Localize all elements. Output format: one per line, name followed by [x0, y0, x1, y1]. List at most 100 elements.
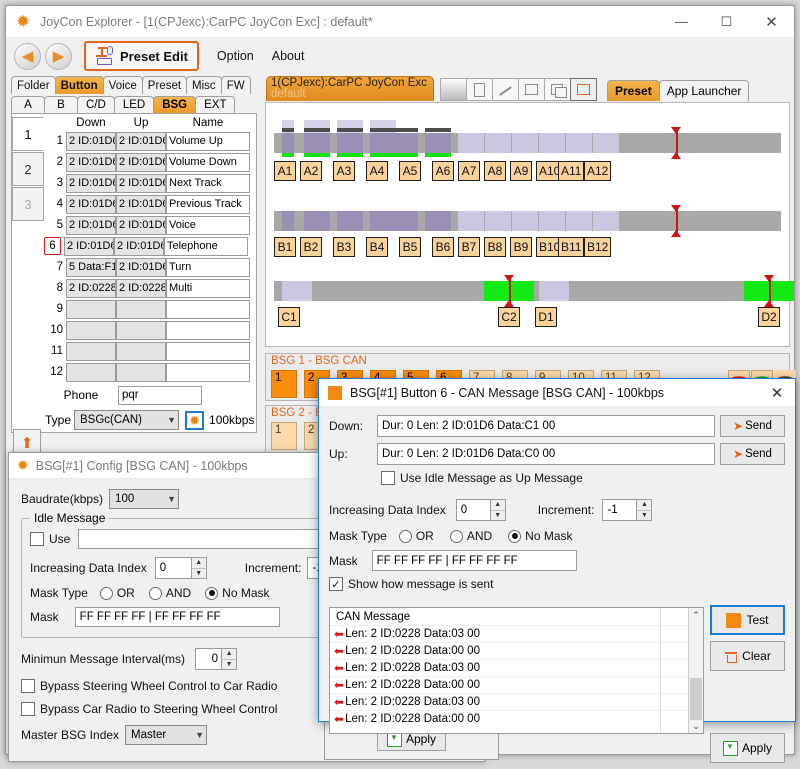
timeline-label-a[interactable]: A2 — [300, 161, 322, 181]
subtab-a[interactable]: A — [11, 96, 45, 113]
cell-up[interactable]: 2 ID:01D6 — [116, 152, 166, 172]
stepper-up-icon[interactable]: ▲ — [222, 649, 237, 660]
timeline-label-b[interactable]: B11 — [558, 237, 585, 257]
menu-option[interactable]: Option — [217, 49, 254, 63]
dlg-inc-index-stepper[interactable]: 0 ▲ ▼ — [455, 499, 506, 521]
min-interval-stepper[interactable]: 0 ▲ ▼ — [195, 648, 238, 670]
can-message-row[interactable]: ⬅ Len: 2 ID:0228 Data:03 00 — [330, 693, 703, 710]
group-tab-1[interactable]: 1 — [12, 117, 44, 151]
timeline-label-cd[interactable]: D1 — [535, 307, 557, 327]
inc-index-stepper[interactable]: 0 ▲ ▼ — [154, 557, 207, 579]
cell-up[interactable]: 2 ID:0228 — [116, 278, 166, 298]
toolbar-fit-button[interactable] — [570, 78, 597, 101]
can-message-list[interactable]: CAN Message ⬅ Len: 2 ID:0228 Data:03 00 ⬅ L… — [329, 607, 704, 734]
preset-edit-button[interactable]: Preset Edit — [84, 41, 199, 71]
dialog-close-button[interactable]: ✕ — [759, 384, 795, 402]
bypass-radio-to-swc-checkbox[interactable] — [21, 702, 35, 716]
maximize-button[interactable]: ☐ — [704, 6, 749, 38]
stepper-down-icon[interactable]: ▼ — [191, 568, 206, 578]
group-tab-3[interactable]: 3 — [12, 187, 44, 221]
timeline-label-b[interactable]: B2 — [300, 237, 322, 257]
cell-up[interactable] — [116, 320, 166, 340]
cell-down[interactable]: 2 ID:01D6 — [66, 194, 116, 214]
mask-none-radio[interactable] — [205, 586, 219, 600]
cell-up[interactable] — [116, 341, 166, 361]
timeline-label-a[interactable]: A1 — [274, 161, 296, 181]
send-down-button[interactable]: ➤ Send — [720, 415, 785, 437]
tab-fw[interactable]: FW — [220, 76, 251, 94]
toolbar-new-button[interactable] — [466, 78, 493, 101]
cell-name[interactable]: Voice — [166, 215, 250, 235]
tab-button[interactable]: Button — [54, 76, 104, 94]
down-message-input[interactable]: Dur: 0 Len: 2 ID:01D6 Data:C1 00 — [377, 415, 715, 437]
type-select[interactable]: BSGc(CAN) ▼ — [74, 410, 180, 430]
timeline-label-a[interactable]: A9 — [510, 161, 532, 181]
cell-name[interactable]: Turn — [166, 257, 250, 277]
cell-up[interactable]: 2 ID:01D6 — [114, 236, 164, 256]
timeline-label-a[interactable]: A8 — [484, 161, 506, 181]
cell-down[interactable]: 2 ID:0228 — [66, 278, 116, 298]
cell-down[interactable]: 2 ID:01D6 — [66, 215, 116, 235]
mask-input[interactable]: FF FF FF FF | FF FF FF FF — [74, 607, 280, 627]
table-row[interactable]: 11 — [44, 341, 254, 361]
toolbar-line-button[interactable] — [492, 78, 519, 101]
subtab-cd[interactable]: C/D — [77, 96, 115, 113]
can-message-row[interactable]: ⬅ Len: 2 ID:0228 Data:00 00 — [330, 676, 703, 693]
scroll-up-icon[interactable]: ⌃ — [689, 608, 703, 622]
timeline-label-b[interactable]: B5 — [399, 237, 421, 257]
timeline-label-a[interactable]: A7 — [458, 161, 480, 181]
can-message-row[interactable]: ⬅ Len: 2 ID:0228 Data:00 00 — [330, 642, 703, 659]
table-row[interactable]: 12 ID:01D6 2 ID:01D6 Volume Up — [44, 131, 254, 151]
bypass-swc-to-radio-checkbox[interactable] — [21, 679, 35, 693]
timeline-label-b[interactable]: B7 — [458, 237, 480, 257]
test-button[interactable]: Test — [710, 605, 785, 635]
can-message-row[interactable]: ⬅ Len: 2 ID:0228 Data:00 00 — [330, 710, 703, 727]
table-row[interactable]: 75 Data:F1 2 ID:01D6 Turn — [44, 257, 254, 277]
stepper-down-icon[interactable]: ▼ — [637, 510, 652, 520]
cell-name[interactable]: Volume Up — [166, 131, 250, 151]
message-list-scrollbar[interactable]: ⌃ ⌄ — [688, 608, 703, 733]
stepper-up-icon[interactable]: ▲ — [490, 500, 505, 511]
cell-name[interactable]: Previous Track — [166, 194, 250, 214]
tab-folder[interactable]: Folder — [11, 76, 56, 94]
scrollbar-thumb[interactable] — [690, 678, 702, 720]
cell-up[interactable] — [116, 362, 166, 382]
timeline-label-cd[interactable]: C1 — [278, 307, 300, 327]
toolbar-window-button[interactable] — [518, 78, 545, 101]
dlg-mask-and-radio[interactable] — [449, 529, 463, 543]
table-row[interactable]: 42 ID:01D6 2 ID:01D6 Previous Track — [44, 194, 254, 214]
cell-name[interactable] — [166, 341, 250, 361]
timeline-label-b[interactable]: B8 — [484, 237, 506, 257]
toolbar-cascade-button[interactable] — [544, 78, 571, 101]
bsg-config-gear-button[interactable]: ✹ — [185, 410, 205, 430]
cell-name[interactable]: Multi — [166, 278, 250, 298]
timeline-label-a[interactable]: A6 — [432, 161, 454, 181]
cell-up[interactable]: 2 ID:01D6 — [116, 173, 166, 193]
timeline-label-a[interactable]: A11 — [558, 161, 585, 181]
tab-preset[interactable]: Preset — [141, 76, 188, 94]
master-bsg-select[interactable]: Master ▼ — [125, 725, 208, 745]
table-row[interactable]: 52 ID:01D6 2 ID:01D6 Voice — [44, 215, 254, 235]
timeline-marker-pin[interactable] — [764, 275, 775, 307]
cell-name[interactable]: Telephone — [164, 236, 248, 256]
tab-preset-view[interactable]: Preset — [607, 80, 660, 101]
can-message-row[interactable]: ⬅ Len: 2 ID:0228 Data:03 00 — [330, 659, 703, 676]
close-button[interactable]: ✕ — [749, 6, 794, 38]
subtab-ext[interactable]: EXT — [195, 96, 236, 113]
phone-input[interactable]: pqr — [118, 385, 202, 405]
table-row[interactable]: 10 — [44, 320, 254, 340]
bsg-key-button[interactable]: 1 — [271, 370, 297, 398]
cell-name[interactable] — [166, 299, 250, 319]
dlg-mask-none-radio[interactable] — [508, 529, 522, 543]
can-message-row[interactable]: ⬅ Len: 2 ID:0228 Data:03 00 — [330, 625, 703, 642]
cell-name[interactable] — [166, 362, 250, 382]
timeline-label-a[interactable]: A5 — [399, 161, 421, 181]
cell-up[interactable]: 2 ID:01D6 — [116, 194, 166, 214]
cell-down[interactable] — [66, 362, 116, 382]
cell-name[interactable]: Next Track — [166, 173, 250, 193]
minimize-button[interactable]: — — [659, 6, 704, 38]
cell-down[interactable] — [66, 320, 116, 340]
timeline-label-b[interactable]: B12 — [584, 237, 612, 257]
timeline-label-a[interactable]: A4 — [366, 161, 388, 181]
cell-up[interactable]: 2 ID:01D6 — [116, 215, 166, 235]
